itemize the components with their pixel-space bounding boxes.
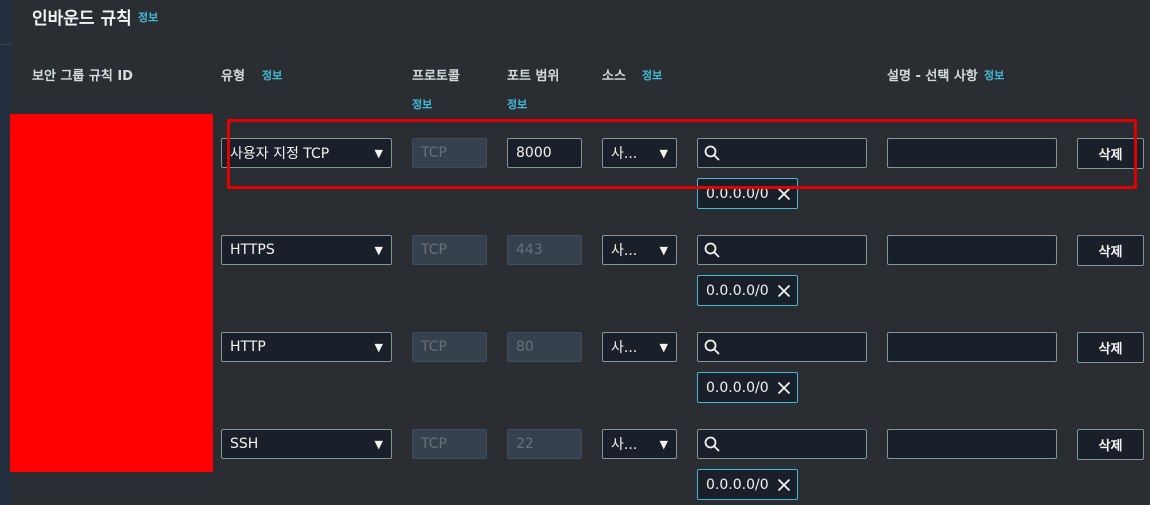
port-range-input: 80 xyxy=(507,332,582,362)
type-info-link[interactable]: 정보 xyxy=(262,67,282,83)
source-select[interactable]: 사... ▼ xyxy=(602,332,677,362)
source-select[interactable]: 사... ▼ xyxy=(602,235,677,265)
port-range-input: 22 xyxy=(507,429,582,459)
cidr-token: 0.0.0.0/0 xyxy=(697,469,798,500)
caret-down-icon: ▼ xyxy=(374,340,383,354)
search-icon xyxy=(704,242,720,258)
type-select[interactable]: HTTPS ▼ xyxy=(221,235,392,265)
title-info-link[interactable]: 정보 xyxy=(138,9,158,25)
type-select[interactable]: HTTP ▼ xyxy=(221,332,392,362)
cidr-token-label: 0.0.0.0/0 xyxy=(706,282,769,299)
protocol-value: TCP xyxy=(421,242,447,258)
source-search-input[interactable] xyxy=(697,429,867,459)
col-header-type: 유형 xyxy=(221,69,245,84)
type-select-value: SSH xyxy=(230,436,259,452)
source-search-input[interactable] xyxy=(697,332,867,362)
cidr-token: 0.0.0.0/0 xyxy=(697,275,798,306)
highlight-box xyxy=(227,119,1137,189)
close-icon[interactable] xyxy=(777,381,791,395)
protocol-info-link[interactable]: 정보 xyxy=(412,96,432,112)
caret-down-icon: ▼ xyxy=(659,243,668,257)
source-select-value: 사... xyxy=(611,437,638,453)
source-info-link[interactable]: 정보 xyxy=(642,67,662,83)
description-input[interactable] xyxy=(887,429,1057,459)
type-select[interactable]: SSH ▼ xyxy=(221,429,392,459)
redacted-rule-ids xyxy=(10,114,213,472)
caret-down-icon: ▼ xyxy=(659,340,668,354)
delete-button[interactable]: 삭제 xyxy=(1077,332,1144,363)
col-header-protocol: 프로토콜 xyxy=(412,69,460,84)
source-select[interactable]: 사... ▼ xyxy=(602,429,677,459)
col-header-description: 설명 - 선택 사항 xyxy=(887,69,978,84)
delete-button[interactable]: 삭제 xyxy=(1077,429,1144,460)
protocol-field: TCP xyxy=(412,235,487,265)
cidr-token-label: 0.0.0.0/0 xyxy=(706,379,769,396)
port-range-value: 443 xyxy=(516,242,543,258)
description-input[interactable] xyxy=(887,235,1057,265)
port-range-value: 22 xyxy=(516,436,534,452)
col-header-rule-id: 보안 그룹 규칙 ID xyxy=(32,69,133,84)
protocol-value: TCP xyxy=(421,436,447,452)
source-search-input[interactable] xyxy=(697,235,867,265)
close-icon[interactable] xyxy=(777,478,791,492)
source-select-value: 사... xyxy=(611,243,638,259)
col-header-source: 소스 xyxy=(602,69,626,84)
protocol-field: TCP xyxy=(412,429,487,459)
description-info-link[interactable]: 정보 xyxy=(984,67,1004,83)
cidr-token-label: 0.0.0.0/0 xyxy=(706,476,769,493)
caret-down-icon: ▼ xyxy=(374,437,383,451)
caret-down-icon: ▼ xyxy=(659,437,668,451)
type-select-value: HTTP xyxy=(230,339,266,355)
search-icon xyxy=(704,339,720,355)
type-select-value: HTTPS xyxy=(230,242,275,258)
port-range-input: 443 xyxy=(507,235,582,265)
protocol-value: TCP xyxy=(421,339,447,355)
caret-down-icon: ▼ xyxy=(374,243,383,257)
page-title: 인바운드 규칙 xyxy=(32,9,132,29)
description-input[interactable] xyxy=(887,332,1057,362)
col-header-port-range: 포트 범위 xyxy=(507,69,560,84)
search-icon xyxy=(704,436,720,452)
port-info-link[interactable]: 정보 xyxy=(507,96,527,112)
port-range-value: 80 xyxy=(516,339,534,355)
cidr-token: 0.0.0.0/0 xyxy=(697,372,798,403)
close-icon[interactable] xyxy=(777,284,791,298)
protocol-field: TCP xyxy=(412,332,487,362)
source-select-value: 사... xyxy=(611,340,638,356)
delete-button[interactable]: 삭제 xyxy=(1077,235,1144,266)
